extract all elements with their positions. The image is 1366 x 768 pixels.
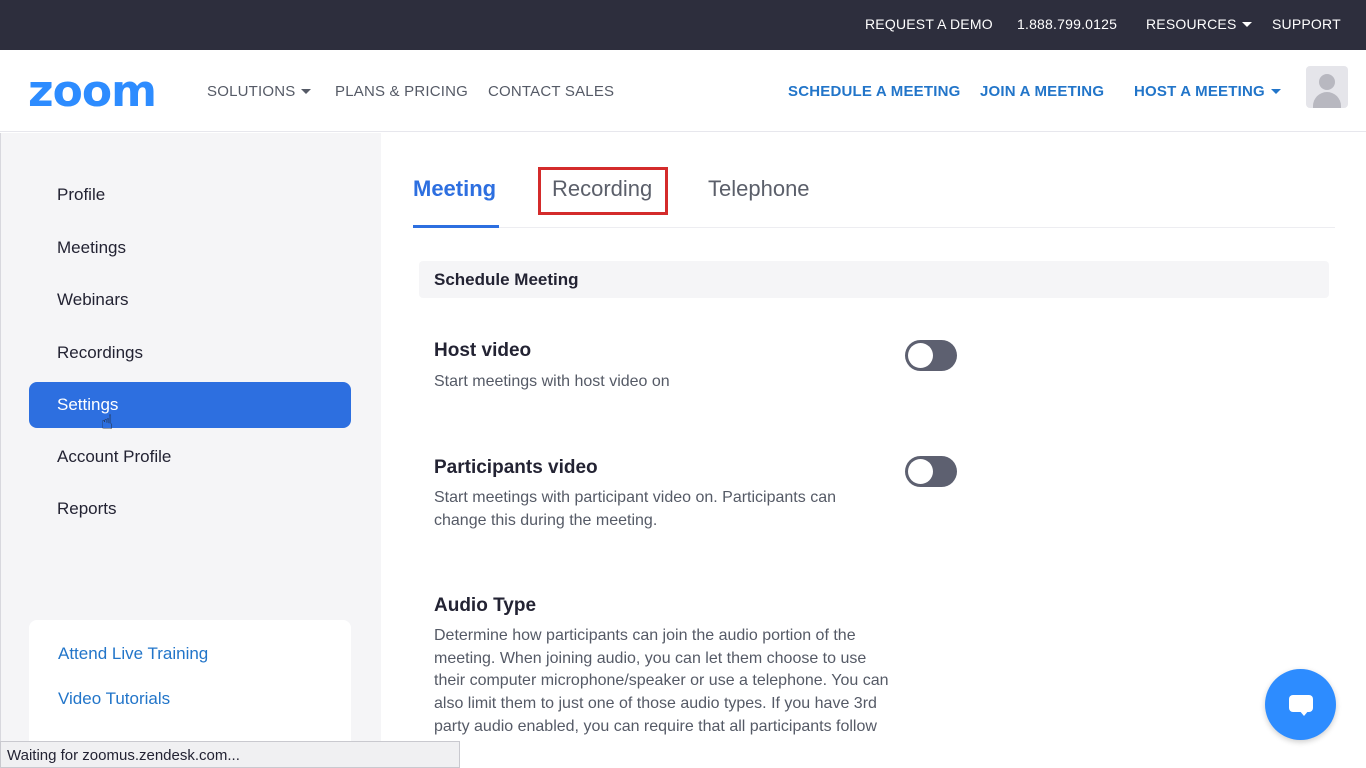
toggle-knob bbox=[908, 459, 933, 484]
main-nav: zoom SOLUTIONS PLANS & PRICING CONTACT S… bbox=[0, 50, 1366, 132]
chat-support-button[interactable] bbox=[1265, 669, 1336, 740]
browser-status-bar: Waiting for zoomus.zendesk.com... bbox=[0, 741, 460, 768]
contact-sales-link[interactable]: CONTACT SALES bbox=[488, 83, 614, 100]
setting-desc-audio-type: Determine how participants can join the … bbox=[434, 627, 889, 758]
solutions-menu[interactable]: SOLUTIONS bbox=[207, 83, 312, 100]
host-meeting-label: HOST A MEETING bbox=[1134, 83, 1265, 100]
sidebar-item-profile[interactable]: Profile bbox=[29, 172, 351, 218]
host-meeting-menu[interactable]: HOST A MEETING bbox=[1134, 83, 1281, 100]
setting-title-participants-video: Participants video bbox=[434, 457, 598, 478]
plans-pricing-link[interactable]: PLANS & PRICING bbox=[335, 83, 468, 100]
toggle-knob bbox=[908, 343, 933, 368]
host-video-toggle[interactable] bbox=[905, 340, 957, 371]
tab-meeting[interactable]: Meeting bbox=[413, 176, 496, 202]
tab-telephone[interactable]: Telephone bbox=[708, 176, 810, 202]
setting-title-audio-type: Audio Type bbox=[434, 595, 537, 616]
avatar-body-shape bbox=[1313, 92, 1341, 108]
chat-bubble-tail bbox=[1299, 710, 1309, 716]
avatar-head-shape bbox=[1319, 74, 1335, 90]
resources-menu[interactable]: RESOURCES bbox=[1146, 16, 1253, 32]
recording-tab-highlight bbox=[538, 167, 668, 215]
top-utility-bar: REQUEST A DEMO 1.888.799.0125 RESOURCES … bbox=[0, 0, 1366, 50]
sidebar-item-recordings[interactable]: Recordings bbox=[29, 330, 351, 376]
chevron-down-icon bbox=[1242, 22, 1253, 27]
sidebar-item-settings[interactable]: Settings ☝ bbox=[29, 382, 351, 434]
chevron-down-icon bbox=[301, 89, 312, 94]
avatar[interactable] bbox=[1306, 66, 1348, 108]
setting-desc-host-video: Start meetings with host video on bbox=[434, 373, 670, 390]
schedule-meeting-link[interactable]: SCHEDULE A MEETING bbox=[788, 83, 961, 100]
sidebar-item-account-profile[interactable]: Account Profile bbox=[29, 434, 351, 480]
sidebar: Profile Meetings Webinars Recordings Set… bbox=[0, 133, 381, 768]
solutions-label: SOLUTIONS bbox=[207, 83, 296, 100]
join-meeting-link[interactable]: JOIN A MEETING bbox=[980, 83, 1104, 100]
active-tab-underline bbox=[413, 225, 499, 228]
section-header: Schedule Meeting bbox=[419, 261, 1329, 298]
resources-label: RESOURCES bbox=[1146, 16, 1237, 32]
participants-video-toggle[interactable] bbox=[905, 456, 957, 487]
sidebar-item-reports[interactable]: Reports bbox=[29, 486, 351, 532]
zoom-logo[interactable]: zoom bbox=[28, 70, 157, 114]
attend-live-training-link[interactable]: Attend Live Training bbox=[58, 644, 208, 664]
sidebar-item-webinars[interactable]: Webinars bbox=[29, 277, 351, 323]
support-link[interactable]: SUPPORT bbox=[1272, 16, 1341, 32]
request-demo-link[interactable]: REQUEST A DEMO bbox=[865, 16, 993, 32]
phone-number-link[interactable]: 1.888.799.0125 bbox=[1017, 16, 1117, 32]
sidebar-item-meetings[interactable]: Meetings bbox=[29, 225, 351, 271]
video-tutorials-link[interactable]: Video Tutorials bbox=[58, 689, 170, 709]
setting-title-host-video: Host video bbox=[434, 340, 532, 361]
tab-divider bbox=[413, 227, 1335, 228]
setting-desc-participants-video: Start meetings with participant video on… bbox=[434, 489, 836, 529]
chevron-down-icon bbox=[1270, 89, 1281, 94]
